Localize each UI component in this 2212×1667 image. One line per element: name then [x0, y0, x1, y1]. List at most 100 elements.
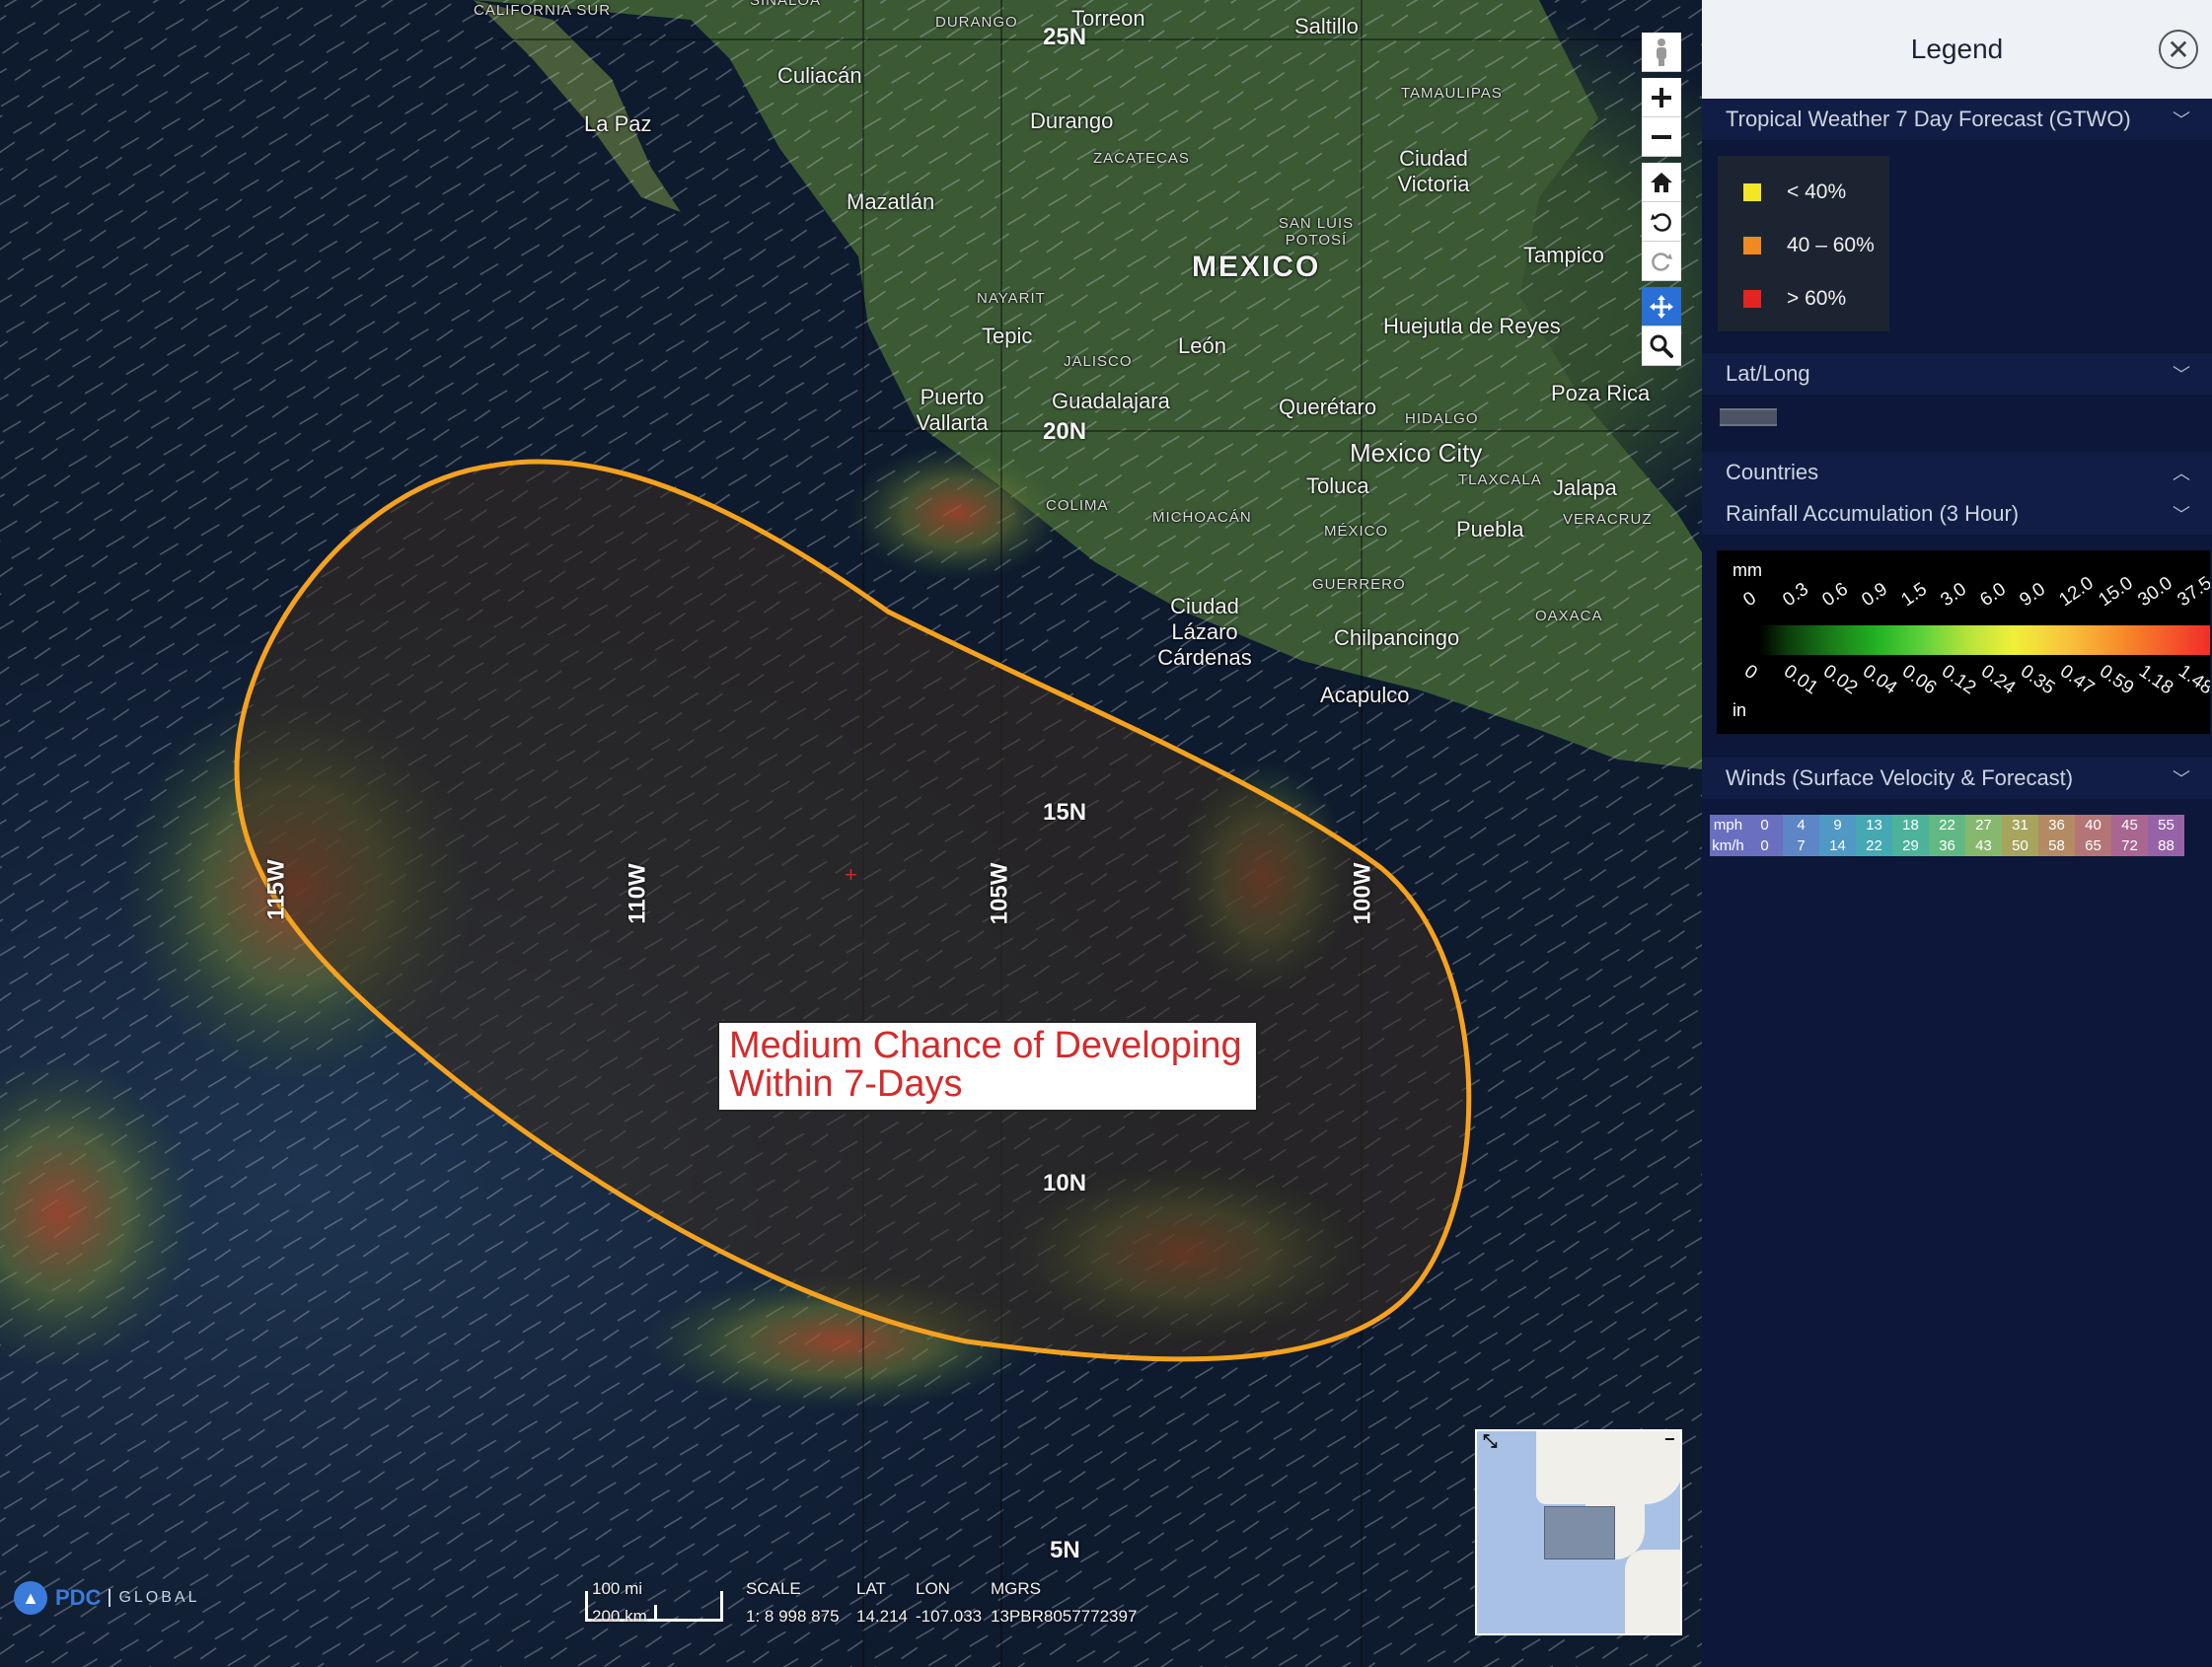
place-label: NAYARIT [977, 290, 1046, 307]
chevron-down-icon: ﹀ [2173, 769, 2190, 789]
wind-cell-kmh: 36 [1929, 835, 1965, 856]
wind-cell-mph: 4 [1783, 815, 1819, 835]
wind-unit-kmh: km/h [1710, 835, 1746, 856]
place-label: CALIFORNIA SUR [474, 2, 612, 19]
lat-readout-label: LAT [856, 1579, 886, 1598]
wind-cell-mph: 13 [1856, 815, 1892, 835]
wind-cell-kmh: 43 [1965, 835, 2002, 856]
lat-label: 10N [1043, 1170, 1087, 1196]
wind-cell-kmh: 58 [2038, 835, 2075, 856]
place-label: Chilpancingo [1334, 625, 1460, 650]
rain-tick-mm: 0.6 [1818, 578, 1853, 612]
wind-cell-mph: 9 [1819, 815, 1856, 835]
rain-tick-in: 0.12 [1937, 661, 1980, 699]
rain-tick-mm: 0 [1739, 587, 1761, 612]
place-label: DURANGO [935, 14, 1018, 31]
place-label: SAN LUIS POTOSÍ [1278, 215, 1355, 249]
zoom-box-icon[interactable] [1642, 326, 1681, 366]
place-label: Culiacán [777, 63, 862, 88]
map-canvas[interactable]: CALIFORNIA SUR SINALOA DURANGO Torreon S… [0, 0, 1702, 1667]
zoom-out-icon[interactable] [1642, 117, 1681, 157]
gtwo-label: > 60% [1787, 287, 1847, 310]
rain-tick-mm: 9.0 [2016, 578, 2050, 612]
minimap-viewport[interactable] [1544, 1506, 1615, 1559]
overview-minimap[interactable]: ⤡ − [1475, 1429, 1682, 1635]
wind-cell-kmh: 7 [1783, 835, 1819, 856]
rain-tick-in: 0.04 [1858, 661, 1901, 699]
wind-cell-mph: 45 [2111, 815, 2148, 835]
place-label: Puebla [1456, 517, 1524, 542]
rain-tick-in: 0 [1739, 661, 1761, 685]
lat-label: 25N [1043, 24, 1087, 50]
minimize-icon[interactable]: − [1664, 1431, 1675, 1450]
rain-tick-mm: 1.5 [1897, 578, 1932, 612]
lat-label: 5N [1050, 1537, 1080, 1563]
rain-tick-mm: 0.9 [1858, 578, 1892, 612]
place-label: León [1178, 333, 1226, 358]
rain-tick-in: 0.47 [2055, 661, 2099, 699]
section-title: Tropical Weather 7 Day Forecast (GTWO) [1726, 107, 2131, 131]
rain-tick-mm: 30.0 [2134, 572, 2176, 612]
close-icon[interactable]: ✕ [2159, 30, 2198, 69]
place-label: COLIMA [1046, 497, 1109, 514]
place-label: TAMAULIPAS [1401, 85, 1503, 102]
place-label: Jalapa [1553, 475, 1617, 500]
wind-cell-mph: 40 [2075, 815, 2111, 835]
wind-cell-kmh: 65 [2075, 835, 2111, 856]
place-label: Guadalajara [1052, 389, 1170, 413]
expand-icon[interactable]: ⤡ [1483, 1431, 1497, 1452]
rain-tick-mm: 37.5 [2174, 572, 2210, 612]
place-label: OAXACA [1535, 608, 1603, 624]
rain-tick-in: 0.24 [1976, 661, 2020, 699]
wind-unit-mph: mph [1710, 815, 1746, 835]
rotate-right-icon[interactable] [1642, 242, 1681, 281]
lat-readout-value: 14.214 [856, 1607, 908, 1626]
rain-tick-in: 0.01 [1779, 661, 1822, 699]
rain-tick-in: 1.18 [2134, 661, 2177, 699]
place-label: Saltillo [1294, 14, 1359, 38]
place-label: Poza Rica [1551, 381, 1651, 405]
wind-cell-kmh: 0 [1746, 835, 1783, 856]
gtwo-item: > 60% [1718, 272, 1889, 326]
rotate-left-icon[interactable] [1642, 202, 1681, 242]
section-countries-header[interactable]: Countries ︿ [1702, 452, 2212, 493]
place-label: Huejutla de Reyes [1383, 314, 1561, 338]
place-label: HIDALGO [1405, 410, 1479, 427]
wind-cell-kmh: 50 [2002, 835, 2038, 856]
pan-icon[interactable] [1642, 287, 1681, 326]
place-label: Puerto Vallarta [916, 385, 989, 435]
gtwo-label: 40 – 60% [1787, 234, 1875, 256]
wind-cell-mph: 22 [1929, 815, 1965, 835]
place-label: JALISCO [1064, 353, 1133, 370]
pdc-logo-icon: ▲ [14, 1581, 47, 1615]
section-title: Lat/Long [1726, 361, 1810, 386]
rain-tick-mm: 15.0 [2095, 572, 2137, 612]
rain-tick-in: 0.02 [1818, 661, 1862, 699]
scale-value: 1: 8 998 875 [746, 1607, 840, 1626]
section-rain-header[interactable]: Rainfall Accumulation (3 Hour) ﹀ [1702, 493, 2212, 535]
place-label: Mexico City [1350, 438, 1483, 468]
home-icon[interactable] [1642, 163, 1681, 202]
lon-label: 115W [262, 859, 290, 920]
zoom-in-icon[interactable] [1642, 78, 1681, 117]
place-label: Ciudad Victoria [1397, 146, 1470, 196]
color-swatch [1743, 237, 1761, 254]
lon-readout-value: -107.033 [916, 1607, 983, 1626]
section-gtwo-header[interactable]: Tropical Weather 7 Day Forecast (GTWO) ﹀ [1702, 99, 2212, 140]
lon-label: 100W [1349, 862, 1376, 925]
gtwo-label: < 40% [1787, 181, 1847, 203]
section-latlong-header[interactable]: Lat/Long ﹀ [1702, 353, 2212, 395]
scale-bar-tick [654, 1605, 657, 1619]
place-label: Acapulco [1320, 683, 1410, 707]
wind-cell-mph: 55 [2148, 815, 2184, 835]
lat-label: 15N [1043, 799, 1087, 826]
logo-subtext: GLOBAL [109, 1589, 199, 1607]
street-view-icon[interactable] [1642, 33, 1681, 72]
pdc-logo: ▲ PDC GLOBAL [14, 1581, 199, 1615]
unit-mm: mm [1733, 560, 1762, 580]
legend-title: Legend [1910, 34, 2004, 64]
wind-cell-mph: 27 [1965, 815, 2002, 835]
wind-cell-kmh: 22 [1856, 835, 1892, 856]
section-title: Winds (Surface Velocity & Forecast) [1726, 765, 2074, 790]
section-winds-header[interactable]: Winds (Surface Velocity & Forecast) ﹀ [1702, 758, 2212, 799]
